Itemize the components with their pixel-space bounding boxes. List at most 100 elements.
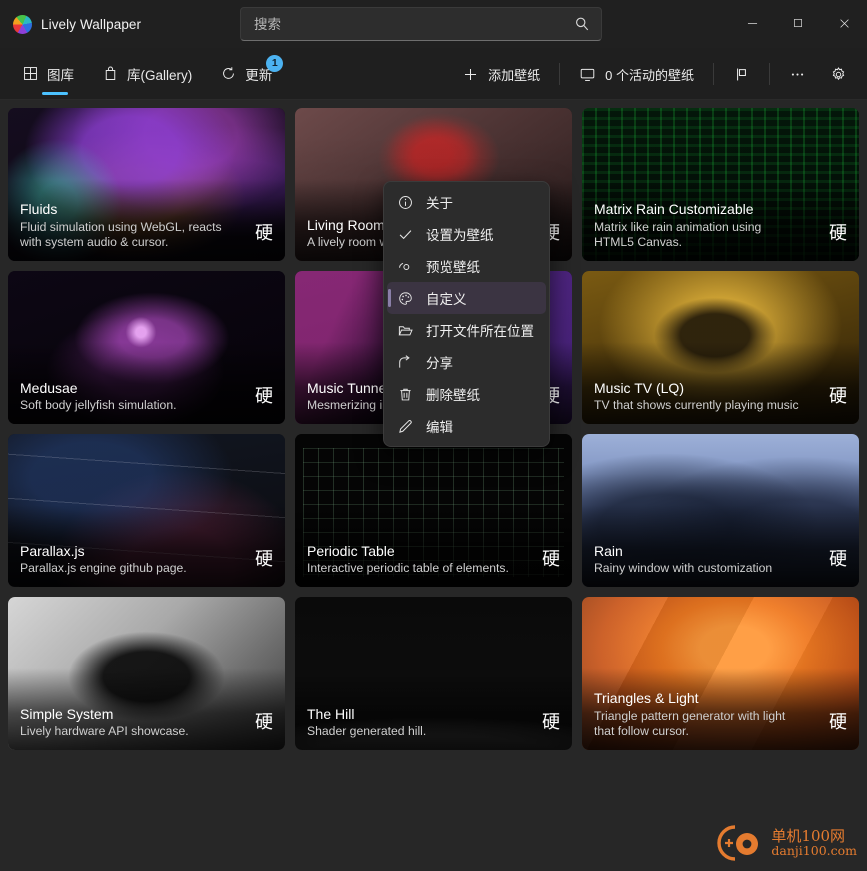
- minimize-button[interactable]: [729, 0, 775, 46]
- gallery-content: Fluids Fluid simulation using WebGL, rea…: [0, 100, 867, 871]
- toolbar-divider-2: [713, 63, 714, 85]
- trash-icon: [397, 386, 414, 403]
- site-watermark: 单机100网 danji100.com: [711, 821, 857, 865]
- card-meta: Periodic Table Interactive periodic tabl…: [307, 543, 516, 577]
- card-meta: The Hill Shader generated hill.: [307, 706, 516, 740]
- toolbar-divider-1: [559, 63, 561, 85]
- card-title: Simple System: [20, 705, 114, 722]
- hardware-accelerated-badge: 硬: [255, 223, 273, 244]
- menu-item-label: 编辑: [426, 420, 453, 435]
- card-meta: Matrix Rain Customizable Matrix like rai…: [594, 201, 803, 251]
- card-meta: Fluids Fluid simulation using WebGL, rea…: [20, 201, 229, 251]
- card-description: Interactive periodic table of elements.: [307, 561, 509, 576]
- wallpaper-card[interactable]: Medusae Soft body jellyfish simulation. …: [8, 271, 285, 424]
- close-button[interactable]: [821, 0, 867, 46]
- menu-item-delete-wallpaper[interactable]: 删除壁纸: [387, 378, 546, 410]
- title-bar: Lively Wallpaper: [0, 0, 867, 48]
- main-toolbar: 图库 库(Gallery) 更新 1 添加壁纸 0 个活动的壁纸: [0, 48, 867, 100]
- wallpaper-context-menu[interactable]: 关于 设置为壁纸 预览壁纸 自定义 打开文件所在位置 分享 删除壁纸 编辑: [383, 181, 550, 447]
- watermark-cn: 单机100网: [771, 826, 846, 845]
- card-title: Matrix Rain Customizable: [594, 201, 754, 218]
- menu-item-label: 分享: [426, 356, 453, 371]
- card-title: Fluids: [20, 201, 58, 218]
- app-title: Lively Wallpaper: [41, 16, 142, 32]
- hardware-accelerated-badge: 硬: [255, 712, 273, 733]
- bag-icon: [102, 65, 119, 82]
- preview-eye-icon: [397, 258, 414, 275]
- refresh-icon: [220, 65, 237, 82]
- menu-item-open-file-location[interactable]: 打开文件所在位置: [387, 314, 546, 346]
- grid-icon: [22, 65, 39, 82]
- card-meta: Rain Rainy window with customization: [594, 543, 803, 577]
- search-box[interactable]: [240, 7, 602, 41]
- menu-item-edit[interactable]: 编辑: [387, 410, 546, 442]
- hardware-accelerated-badge: 硬: [829, 386, 847, 407]
- card-description: Fluid simulation using WebGL, reacts wit…: [20, 219, 222, 250]
- menu-item-preview-wallpaper[interactable]: 预览壁纸: [387, 250, 546, 282]
- card-description: Parallax.js engine github page.: [20, 561, 187, 576]
- tab-updates[interactable]: 更新 1: [212, 54, 284, 94]
- hardware-accelerated-badge: 硬: [829, 549, 847, 570]
- menu-item-set-as-wallpaper[interactable]: 设置为壁纸: [387, 218, 546, 250]
- card-title: Medusae: [20, 379, 78, 396]
- check-icon: [397, 226, 414, 243]
- hardware-accelerated-badge: 硬: [255, 386, 273, 407]
- hardware-accelerated-badge: 硬: [542, 549, 560, 570]
- hardware-accelerated-badge: 硬: [829, 712, 847, 733]
- card-description: Rainy window with customization: [594, 561, 773, 576]
- card-title: The Hill: [307, 705, 355, 722]
- card-meta: Simple System Lively hardware API showca…: [20, 706, 229, 740]
- add-wallpaper-button[interactable]: 添加壁纸: [450, 56, 552, 92]
- share-icon: [397, 354, 414, 371]
- card-meta: Triangles & Light Triangle pattern gener…: [594, 690, 803, 740]
- tab-library[interactable]: 图库: [14, 54, 86, 95]
- toolbar-divider-3: [769, 63, 770, 85]
- menu-item-label: 关于: [426, 196, 453, 211]
- app-brand: Lively Wallpaper: [0, 0, 141, 48]
- tab-library-label: 图库: [47, 67, 74, 83]
- card-description: Matrix like rain animation using HTML5 C…: [594, 219, 762, 250]
- folder-open-icon: [397, 322, 414, 339]
- card-description: Shader generated hill.: [307, 724, 427, 739]
- card-description: Triangle pattern generator with light th…: [594, 708, 786, 739]
- wallpaper-card[interactable]: Triangles & Light Triangle pattern gener…: [582, 597, 859, 750]
- add-wallpaper-label: 添加壁纸: [488, 67, 541, 83]
- nav-tabs: 图库 库(Gallery) 更新 1: [0, 48, 284, 100]
- menu-item-label: 自定义: [426, 292, 467, 307]
- window-controls: [729, 0, 867, 46]
- card-title: Triangles & Light: [594, 690, 699, 707]
- maximize-button[interactable]: [775, 0, 821, 46]
- layout-split-button[interactable]: [721, 56, 762, 92]
- wallpaper-card[interactable]: Rain Rainy window with customization 硬: [582, 434, 859, 587]
- hardware-accelerated-badge: 硬: [255, 549, 273, 570]
- card-title: Rain: [594, 542, 623, 559]
- wallpaper-card[interactable]: Periodic Table Interactive periodic tabl…: [295, 434, 572, 587]
- wallpaper-card[interactable]: The Hill Shader generated hill. 硬: [295, 597, 572, 750]
- menu-item-label: 删除壁纸: [426, 388, 480, 403]
- wallpaper-card[interactable]: Music TV (LQ) TV that shows currently pl…: [582, 271, 859, 424]
- search-icon[interactable]: [573, 15, 591, 33]
- menu-item-customize[interactable]: 自定义: [387, 282, 546, 314]
- wallpaper-card[interactable]: Fluids Fluid simulation using WebGL, rea…: [8, 108, 285, 261]
- hardware-accelerated-badge: 硬: [542, 712, 560, 733]
- toolbar-actions: 添加壁纸 0 个活动的壁纸: [450, 48, 859, 100]
- wallpaper-card[interactable]: Simple System Lively hardware API showca…: [8, 597, 285, 750]
- more-options-button[interactable]: [777, 56, 818, 92]
- pencil-icon: [397, 418, 414, 435]
- card-title: Parallax.js: [20, 542, 85, 559]
- search-input[interactable]: [254, 16, 573, 32]
- info-circle-icon: [397, 194, 414, 211]
- plus-icon: [462, 66, 479, 83]
- watermark-en: danji100.com: [771, 843, 857, 859]
- wallpaper-card[interactable]: Parallax.js Parallax.js engine github pa…: [8, 434, 285, 587]
- wallpaper-card[interactable]: Matrix Rain Customizable Matrix like rai…: [582, 108, 859, 261]
- active-wallpapers-button[interactable]: 0 个活动的壁纸: [567, 56, 706, 92]
- card-title: Music TV (LQ): [594, 379, 684, 396]
- card-description: Lively hardware API showcase.: [20, 724, 189, 739]
- settings-button[interactable]: [818, 56, 859, 92]
- card-description: TV that shows currently playing music: [594, 398, 799, 413]
- tab-gallery[interactable]: 库(Gallery): [94, 54, 204, 94]
- menu-item-share[interactable]: 分享: [387, 346, 546, 378]
- menu-item-about[interactable]: 关于: [387, 186, 546, 218]
- menu-item-label: 打开文件所在位置: [426, 324, 534, 339]
